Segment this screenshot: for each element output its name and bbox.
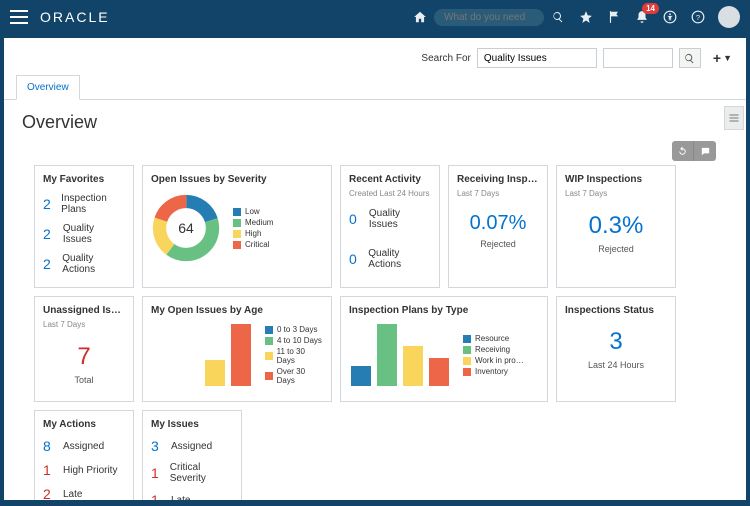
dashboard-grid: My Favorites 2Inspection Plans 2Quality … (4, 165, 746, 500)
metric-value: 0.07% (457, 212, 539, 235)
list-item: 8Assigned (43, 434, 125, 458)
metric-value: 3 (565, 328, 667, 356)
card-title: Open Issues by Severity (151, 174, 323, 185)
card-inspection-plans-type[interactable]: Inspection Plans by Type Resource Receiv… (340, 296, 548, 402)
list-item: 0Quality Issues (349, 204, 431, 234)
menu-icon[interactable] (10, 10, 28, 24)
card-favorites[interactable]: My Favorites 2Inspection Plans 2Quality … (34, 165, 134, 288)
search-query-input[interactable] (603, 48, 673, 68)
chat-icon[interactable] (694, 141, 716, 161)
card-wip-inspections[interactable]: WIP Inspections Last 7 Days 0.3% Rejecte… (556, 165, 676, 288)
card-my-issues[interactable]: My Issues 3Assigned 1Critical Severity 1… (142, 410, 242, 500)
card-unassigned-issues[interactable]: Unassigned Issues Last 7 Days 7 Total (34, 296, 134, 402)
list-item: 3Assigned (151, 434, 233, 458)
search-category-select[interactable] (477, 48, 597, 68)
chart-legend: Low Medium High Critical (233, 206, 273, 250)
list-item: 1Late (151, 488, 233, 500)
metric-label: Total (43, 375, 125, 385)
help-icon[interactable]: ? (687, 6, 709, 28)
list-item: 1Critical Severity (151, 458, 233, 488)
donut-center-value: 64 (178, 220, 194, 236)
card-recent-activity[interactable]: Recent Activity Created Last 24 Hours 0Q… (340, 165, 440, 288)
card-title: WIP Inspections (565, 174, 667, 185)
donut-chart: 64 (151, 193, 221, 263)
refresh-icon[interactable] (672, 141, 694, 161)
notification-badge: 14 (642, 3, 659, 14)
chart-legend: 0 to 3 Days 4 to 10 Days 11 to 30 Days O… (265, 324, 323, 386)
search-button[interactable] (679, 48, 701, 68)
metric-value: 0.3% (565, 212, 667, 240)
flag-icon[interactable] (603, 6, 625, 28)
card-title: My Favorites (43, 174, 125, 185)
logo: ORACLE (40, 9, 110, 25)
search-row: Search For +▼ (4, 38, 746, 74)
star-icon[interactable] (575, 6, 597, 28)
metric-label: Rejected (565, 244, 667, 254)
card-title: Inspections Status (565, 305, 667, 316)
card-inspections-status[interactable]: Inspections Status 3 Last 24 Hours (556, 296, 676, 402)
card-title: My Issues (151, 419, 233, 430)
tabs: Overview (4, 74, 746, 100)
search-submit-icon[interactable] (547, 6, 569, 28)
card-subtitle: Created Last 24 Hours (349, 189, 431, 198)
list-item[interactable]: 2Quality Issues (43, 219, 125, 249)
list-item[interactable]: 2Quality Actions (43, 249, 125, 279)
bar-chart (349, 320, 451, 390)
chart-legend: Resource Receiving Work in pro… Inventor… (463, 333, 524, 377)
card-open-issues-age[interactable]: My Open Issues by Age 0 to 3 Days 4 to 1… (142, 296, 332, 402)
card-subtitle: Last 7 Days (565, 189, 667, 198)
dashboard-actions (4, 141, 746, 165)
content-frame: Search For +▼ Overview Overview My Favor… (4, 38, 746, 500)
side-panel-toggle[interactable] (724, 106, 744, 130)
metric-label: Last 24 Hours (565, 360, 667, 370)
card-receiving-inspections[interactable]: Receiving Inspecti… Last 7 Days 0.07% Re… (448, 165, 548, 288)
page-title: Overview (4, 100, 746, 141)
accessibility-icon[interactable] (659, 6, 681, 28)
card-my-actions[interactable]: My Actions 8Assigned 1High Priority 2Lat… (34, 410, 134, 500)
card-title: Recent Activity (349, 174, 431, 185)
list-item[interactable]: 2Inspection Plans (43, 189, 125, 219)
card-title: Inspection Plans by Type (349, 305, 539, 316)
top-nav: ORACLE 14 ? (0, 0, 750, 34)
add-button[interactable]: +▼ (713, 50, 732, 66)
global-search-input[interactable] (434, 9, 544, 26)
card-title: My Actions (43, 419, 125, 430)
list-item: 2Late (43, 482, 125, 500)
search-for-label: Search For (421, 53, 470, 64)
card-open-issues-severity[interactable]: Open Issues by Severity 64 Low Medium Hi… (142, 165, 332, 288)
card-title: My Open Issues by Age (151, 305, 323, 316)
home-icon[interactable] (409, 6, 431, 28)
metric-label: Rejected (457, 239, 539, 249)
bar-chart (151, 320, 253, 390)
avatar[interactable] (718, 6, 740, 28)
card-subtitle: Last 7 Days (43, 320, 125, 329)
card-subtitle: Last 7 Days (457, 189, 539, 198)
card-title: Receiving Inspecti… (457, 174, 539, 185)
metric-value: 7 (43, 343, 125, 371)
list-item: 0Quality Actions (349, 244, 431, 274)
notifications-icon[interactable]: 14 (631, 6, 653, 28)
list-item: 1High Priority (43, 458, 125, 482)
card-title: Unassigned Issues (43, 305, 125, 316)
svg-text:?: ? (696, 13, 700, 22)
tab-overview[interactable]: Overview (16, 75, 80, 100)
